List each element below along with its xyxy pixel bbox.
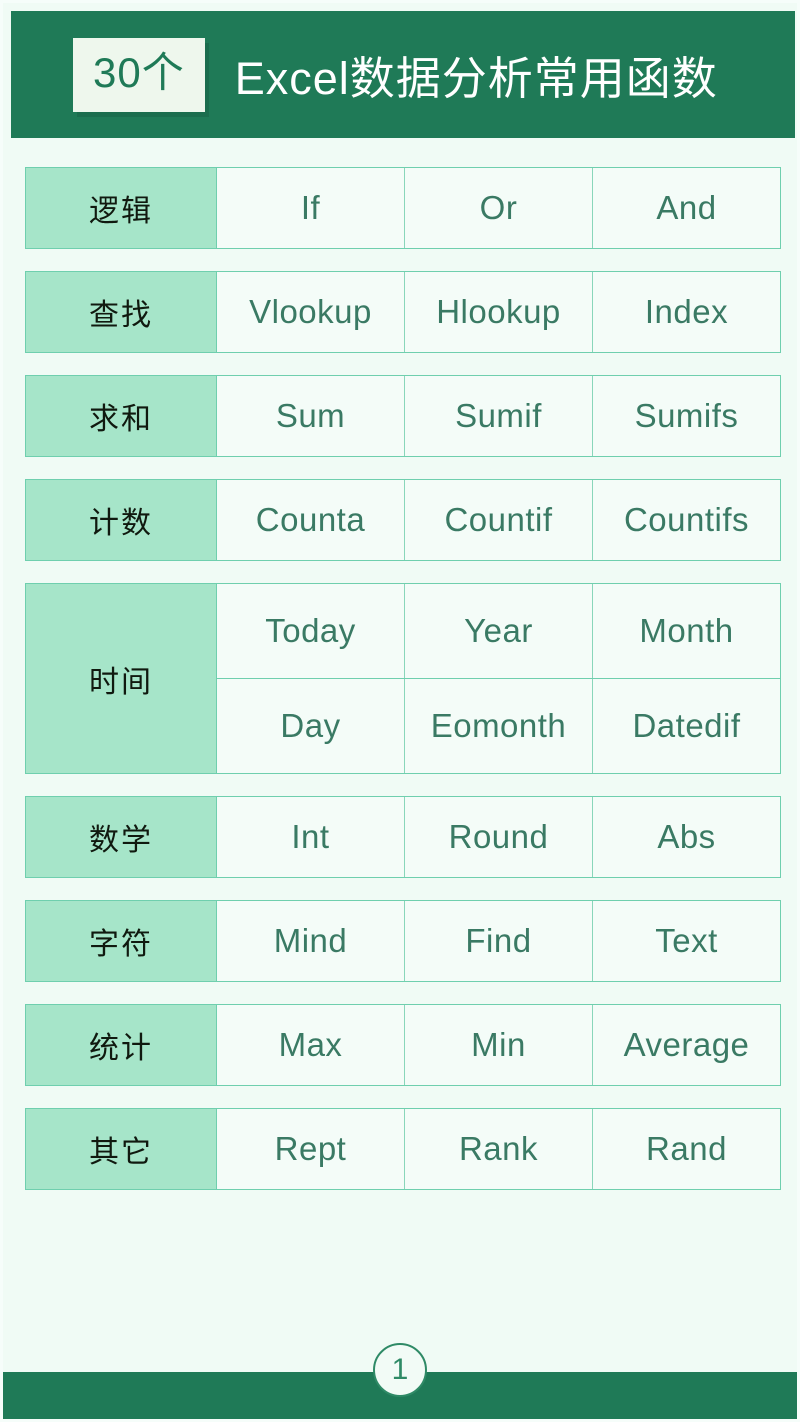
function-cell: Today — [217, 584, 404, 678]
table-row: 求和 Sum Sumif Sumifs — [25, 375, 781, 457]
count-badge: 30个 — [73, 37, 205, 112]
category-label: 时间 — [26, 584, 216, 773]
table-row: 其它 Rept Rank Rand — [25, 1108, 781, 1190]
category-label: 逻辑 — [26, 168, 216, 248]
function-cell: Rank — [404, 1109, 592, 1189]
category-label: 统计 — [26, 1005, 216, 1085]
function-cell: Text — [592, 901, 780, 981]
function-cell: Hlookup — [404, 272, 592, 352]
table-row: 字符 Mind Find Text — [25, 900, 781, 982]
function-cell: And — [592, 168, 780, 248]
function-cell: Rept — [217, 1109, 404, 1189]
category-label: 求和 — [26, 376, 216, 456]
function-group: If Or And — [216, 168, 780, 248]
function-cell: Sum — [217, 376, 404, 456]
function-line: Sum Sumif Sumifs — [217, 376, 780, 456]
category-label: 数学 — [26, 797, 216, 877]
function-line: Mind Find Text — [217, 901, 780, 981]
function-cell: Index — [592, 272, 780, 352]
function-cell: Countif — [404, 480, 592, 560]
function-group: Max Min Average — [216, 1005, 780, 1085]
function-table: 逻辑 If Or And 查找 Vlookup Hlookup Index 求和 Sum Sumif… — [25, 167, 781, 1190]
category-label: 其它 — [26, 1109, 216, 1189]
function-line: Today Year Month — [217, 584, 780, 678]
function-cell: Year — [404, 584, 592, 678]
function-cell: Counta — [217, 480, 404, 560]
function-line: Day Eomonth Datedif — [217, 678, 780, 773]
function-cell: Sumifs — [592, 376, 780, 456]
function-group: Vlookup Hlookup Index — [216, 272, 780, 352]
function-cell: Mind — [217, 901, 404, 981]
function-cell: Or — [404, 168, 592, 248]
page-header: 30个 Excel数据分析常用函数 — [11, 11, 795, 138]
table-row: 逻辑 If Or And — [25, 167, 781, 249]
table-row: 时间 Today Year Month Day Eomonth Datedif — [25, 583, 781, 774]
category-label: 计数 — [26, 480, 216, 560]
category-label: 查找 — [26, 272, 216, 352]
function-cell: Datedif — [592, 679, 780, 773]
table-row: 统计 Max Min Average — [25, 1004, 781, 1086]
function-cell: Day — [217, 679, 404, 773]
function-line: Rept Rank Rand — [217, 1109, 780, 1189]
function-cell: Sumif — [404, 376, 592, 456]
function-group: Sum Sumif Sumifs — [216, 376, 780, 456]
function-cell: Min — [404, 1005, 592, 1085]
page-root: 30个 Excel数据分析常用函数 逻辑 If Or And 查找 Vlookup Hloo… — [0, 0, 800, 1422]
function-cell: Round — [404, 797, 592, 877]
page-number-indicator: 1 — [373, 1343, 427, 1397]
function-line: Int Round Abs — [217, 797, 780, 877]
function-cell: Abs — [592, 797, 780, 877]
function-cell: Rand — [592, 1109, 780, 1189]
table-row: 计数 Counta Countif Countifs — [25, 479, 781, 561]
function-group: Counta Countif Countifs — [216, 480, 780, 560]
function-cell: If — [217, 168, 404, 248]
function-cell: Month — [592, 584, 780, 678]
function-cell: Max — [217, 1005, 404, 1085]
table-row: 数学 Int Round Abs — [25, 796, 781, 878]
function-line: Max Min Average — [217, 1005, 780, 1085]
function-cell: Eomonth — [404, 679, 592, 773]
category-label: 字符 — [26, 901, 216, 981]
function-line: Counta Countif Countifs — [217, 480, 780, 560]
function-line: Vlookup Hlookup Index — [217, 272, 780, 352]
page-title: Excel数据分析常用函数 — [234, 53, 718, 104]
function-cell: Vlookup — [217, 272, 404, 352]
function-group: Mind Find Text — [216, 901, 780, 981]
function-cell: Find — [404, 901, 592, 981]
function-cell: Int — [217, 797, 404, 877]
function-cell: Average — [592, 1005, 780, 1085]
function-group: Int Round Abs — [216, 797, 780, 877]
function-group: Today Year Month Day Eomonth Datedif — [216, 584, 780, 773]
function-line: If Or And — [217, 168, 780, 248]
function-cell: Countifs — [592, 480, 780, 560]
function-group: Rept Rank Rand — [216, 1109, 780, 1189]
table-row: 查找 Vlookup Hlookup Index — [25, 271, 781, 353]
